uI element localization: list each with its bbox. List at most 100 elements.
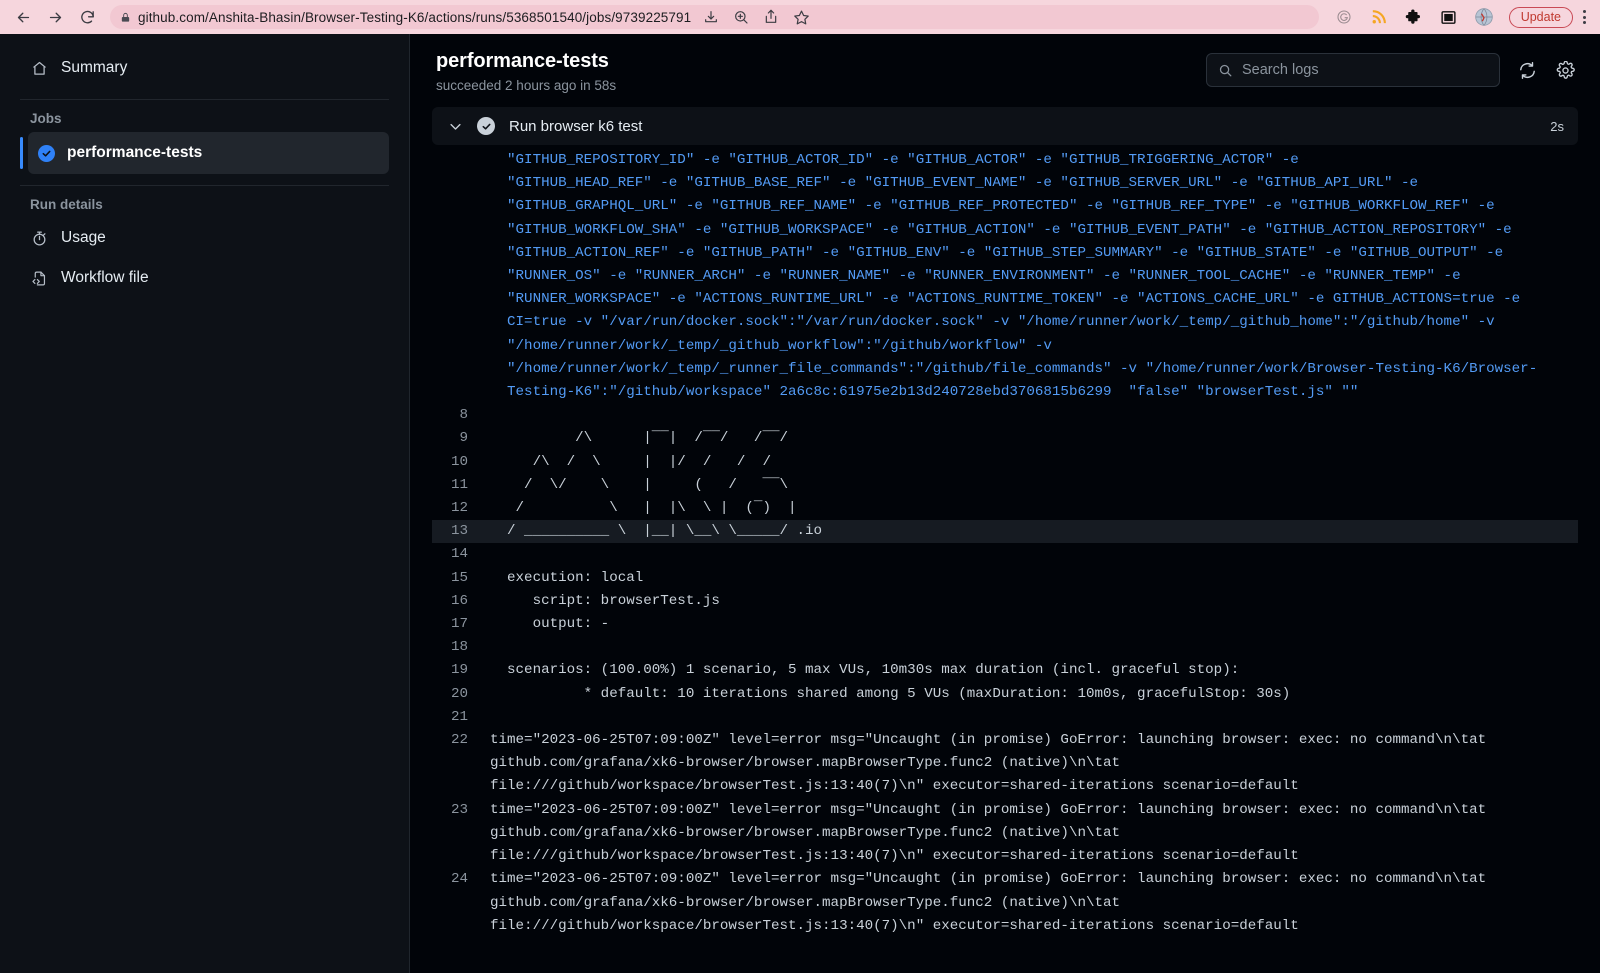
log-line: 11 / \/ \ | ( / ‾‾\ [432,474,1578,497]
sidebar-item-summary[interactable]: Summary [20,48,389,88]
refresh-icon[interactable] [1516,59,1538,81]
gear-icon[interactable] [1554,59,1576,81]
sidebar-divider-2 [20,185,389,186]
log-line: 22time="2023-06-25T07:09:00Z" level=erro… [432,729,1578,752]
check-circle-icon [38,145,55,162]
install-icon[interactable] [698,4,724,30]
log-line-text: time="2023-06-25T07:09:00Z" level=error … [490,729,1578,752]
log-step-duration: 2s [1550,119,1564,134]
share-icon[interactable] [758,4,784,30]
log-line: 19 scenarios: (100.00%) 1 scenario, 5 ma… [432,659,1578,682]
log-line-text: CI=true -v "/var/run/docker.sock":"/var/… [490,311,1578,334]
log-line-number: 14 [432,543,490,566]
log-line-text: "/home/runner/work/_temp/_github_workflo… [490,335,1578,358]
log-line: "GITHUB_WORKFLOW_SHA" -e "GITHUB_WORKSPA… [432,219,1578,242]
log-line: 8 [432,404,1578,427]
log-line-text: file:///github/workspace/browserTest.js:… [490,915,1578,938]
log-line-number: 15 [432,567,490,590]
chevron-down-icon[interactable] [448,119,463,134]
log-line-text: "GITHUB_REPOSITORY_ID" -e "GITHUB_ACTOR_… [490,149,1578,172]
log-line-text: "GITHUB_HEAD_REF" -e "GITHUB_BASE_REF" -… [490,172,1578,195]
log-line-text: "RUNNER_OS" -e "RUNNER_ARCH" -e "RUNNER_… [490,265,1578,288]
search-logs-box[interactable] [1206,53,1500,87]
check-circle-icon [477,117,495,135]
log-line: 18 [432,636,1578,659]
log-line-text: github.com/grafana/xk6-browser/browser.m… [490,822,1578,845]
log-line: "RUNNER_WORKSPACE" -e "ACTIONS_RUNTIME_U… [432,288,1578,311]
code-file-icon [30,269,48,287]
header-actions [1206,50,1576,87]
log-line: 13 / __________ \ |__| \__\ \_____/ .io [432,520,1578,543]
bookmark-star-icon[interactable] [788,4,814,30]
page-title: performance-tests [436,50,616,73]
main-content: performance-tests succeeded 2 hours ago … [410,34,1600,973]
log-line-text: / __________ \ |__| \__\ \_____/ .io [490,520,1578,543]
log-line-number: 13 [432,520,490,543]
log-step-name: Run browser k6 test [509,118,1536,135]
log-line-text: "GITHUB_GRAPHQL_URL" -e "GITHUB_REF_NAME… [490,195,1578,218]
sidebar-item-label: Usage [61,229,106,247]
back-arrow-icon[interactable] [8,2,38,32]
forward-arrow-icon[interactable] [40,2,70,32]
profile-avatar-icon[interactable] [1471,4,1497,30]
log-line-text: / \/ \ | ( / ‾‾\ [490,474,1578,497]
log-line: "RUNNER_OS" -e "RUNNER_ARCH" -e "RUNNER_… [432,265,1578,288]
log-line: "GITHUB_ACTION_REF" -e "GITHUB_PATH" -e … [432,242,1578,265]
log-line-text: / \ | |\ \ | (‾) | [490,497,1578,520]
log-line-text: "GITHUB_WORKFLOW_SHA" -e "GITHUB_WORKSPA… [490,219,1578,242]
log-line-text: scenarios: (100.00%) 1 scenario, 5 max V… [490,659,1578,682]
sidepanel-icon[interactable] [1436,4,1462,30]
search-input[interactable] [1242,62,1488,78]
job-status-text: succeeded 2 hours ago in 58s [436,78,616,93]
home-icon [30,59,48,77]
log-line-number: 24 [432,868,490,891]
log-line: 17 output: - [432,613,1578,636]
update-button[interactable]: Update [1509,7,1573,28]
log-line: 16 script: browserTest.js [432,590,1578,613]
log-output[interactable]: "GITHUB_REPOSITORY_ID" -e "GITHUB_ACTOR_… [432,149,1578,938]
log-line-number: 11 [432,474,490,497]
kebab-menu-icon[interactable] [1575,10,1592,24]
log-line: github.com/grafana/xk6-browser/browser.m… [432,892,1578,915]
sidebar-item-label: Workflow file [61,269,149,287]
log-line-text: github.com/grafana/xk6-browser/browser.m… [490,752,1578,775]
grammarly-icon[interactable] [1331,4,1357,30]
rss-icon[interactable] [1366,4,1392,30]
log-line: 24time="2023-06-25T07:09:00Z" level=erro… [432,868,1578,891]
log-line-text: "GITHUB_ACTION_REF" -e "GITHUB_PATH" -e … [490,242,1578,265]
log-line: 15 execution: local [432,567,1578,590]
log-line: 9 /\ |‾‾| /‾‾/ /‾‾/ [432,427,1578,450]
reload-icon[interactable] [72,2,102,32]
job-header-text: performance-tests succeeded 2 hours ago … [436,50,616,93]
address-bar[interactable]: github.com/Anshita-Bhasin/Browser-Testin… [110,5,1319,29]
log-line-text: "/home/runner/work/_temp/_runner_file_co… [490,358,1578,381]
log-line: Testing-K6":"/github/workspace" 2a6c8c:6… [432,381,1578,404]
log-line-text: time="2023-06-25T07:09:00Z" level=error … [490,868,1578,891]
log-line-text: Testing-K6":"/github/workspace" 2a6c8c:6… [490,381,1578,404]
log-line-number: 18 [432,636,490,659]
log-line-number: 19 [432,659,490,682]
stopwatch-icon [30,229,48,247]
sidebar-item-label: performance-tests [67,144,202,162]
log-line-text: execution: local [490,567,1578,590]
log-line-number: 12 [432,497,490,520]
extension-icons [1325,4,1503,30]
log-line-text: script: browserTest.js [490,590,1578,613]
log-line-number: 9 [432,427,490,450]
log-line: "GITHUB_HEAD_REF" -e "GITHUB_BASE_REF" -… [432,172,1578,195]
log-line-text: file:///github/workspace/browserTest.js:… [490,775,1578,798]
sidebar-item-workflow-file[interactable]: Workflow file [20,258,389,298]
log-line-text: "RUNNER_WORKSPACE" -e "ACTIONS_RUNTIME_U… [490,288,1578,311]
sidebar-item-usage[interactable]: Usage [20,218,389,258]
log-step-header[interactable]: Run browser k6 test 2s [432,107,1578,145]
zoom-icon[interactable] [728,4,754,30]
log-line: file:///github/workspace/browserTest.js:… [432,915,1578,938]
sidebar-item-performance-tests[interactable]: performance-tests [28,132,389,174]
extensions-puzzle-icon[interactable] [1401,4,1427,30]
log-panel: Run browser k6 test 2s "GITHUB_REPOSITOR… [410,107,1600,973]
log-line: file:///github/workspace/browserTest.js:… [432,775,1578,798]
log-line-text: /\ |‾‾| /‾‾/ /‾‾/ [490,427,1578,450]
search-icon [1218,63,1233,78]
log-line: github.com/grafana/xk6-browser/browser.m… [432,752,1578,775]
lock-icon [120,11,131,24]
